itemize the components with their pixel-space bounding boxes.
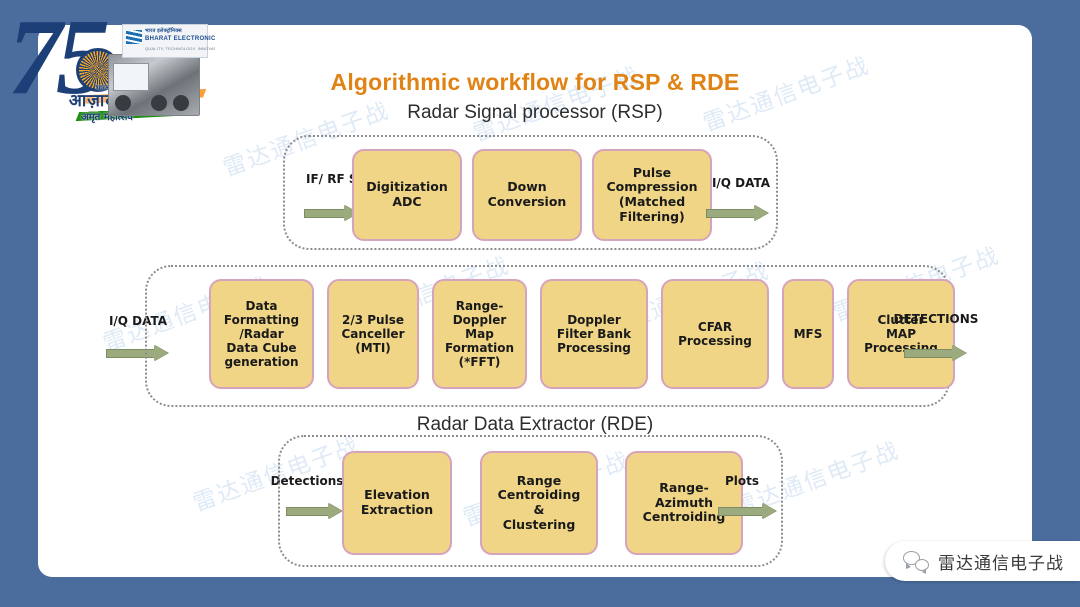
process-box-range-centroiding[interactable]: Range Centroiding & Clustering: [480, 451, 598, 555]
rde-output-label: Plots: [724, 474, 760, 488]
bel-tagline: QUALITY, TECHNOLOGY, INNOVATION: [145, 46, 215, 51]
wechat-channel-tag[interactable]: 雷达通信电子战: [885, 541, 1080, 581]
bel-english-name: BHARAT ELECTRONICS: [145, 36, 215, 42]
process-box-pulse-compression[interactable]: Pulse Compression (Matched Filtering): [592, 149, 712, 241]
process-box-doppler-filter-bank[interactable]: Doppler Filter Bank Processing: [540, 279, 648, 389]
rde-output-arrow: [718, 503, 776, 519]
chain-output-label: DETECTIONS: [893, 312, 979, 326]
process-box-mfs[interactable]: MFS: [782, 279, 834, 389]
chain-output-arrow: [904, 345, 966, 361]
chain-group-container: Data Formatting /Radar Data Cube generat…: [145, 265, 955, 407]
process-box-elevation-extraction[interactable]: Elevation Extraction: [342, 451, 452, 555]
process-box-range-doppler-map[interactable]: Range- Doppler Map Formation (*FFT): [432, 279, 527, 389]
bel-hindi-name: भारत इलेक्ट्रॉनिक्स: [145, 28, 182, 34]
process-box-pulse-canceller[interactable]: 2/3 Pulse Canceller (MTI): [327, 279, 419, 389]
bharat-electronics-logo: भारत इलेक्ट्रॉनिक्स BHARAT ELECTRONICS Q…: [122, 24, 215, 58]
rde-group-container: Elevation Extraction Range Centroiding &…: [278, 435, 783, 567]
bel-mark-icon: [126, 30, 142, 44]
wechat-icon: [903, 551, 929, 574]
logo-block: 75 भारत का आज़ादी का अमृत महोत्सव भारत इ…: [0, 0, 215, 142]
process-box-clutter-map[interactable]: Clutter MAP Processing: [847, 279, 955, 389]
radar-vehicle-photo: [108, 54, 200, 116]
rsp-output-arrow: [706, 205, 768, 221]
rsp-group-container: Digitization ADC Down Conversion Pulse C…: [283, 135, 778, 250]
process-box-digitization[interactable]: Digitization ADC: [352, 149, 462, 241]
process-box-down-conversion[interactable]: Down Conversion: [472, 149, 582, 241]
process-box-cfar[interactable]: CFAR Processing: [661, 279, 769, 389]
rsp-output-label: I/Q DATA: [711, 176, 771, 190]
process-box-data-formatting[interactable]: Data Formatting /Radar Data Cube generat…: [209, 279, 314, 389]
wechat-channel-name: 雷达通信电子战: [938, 553, 1064, 574]
rde-section-heading: Radar Data Extractor (RDE): [416, 414, 654, 435]
